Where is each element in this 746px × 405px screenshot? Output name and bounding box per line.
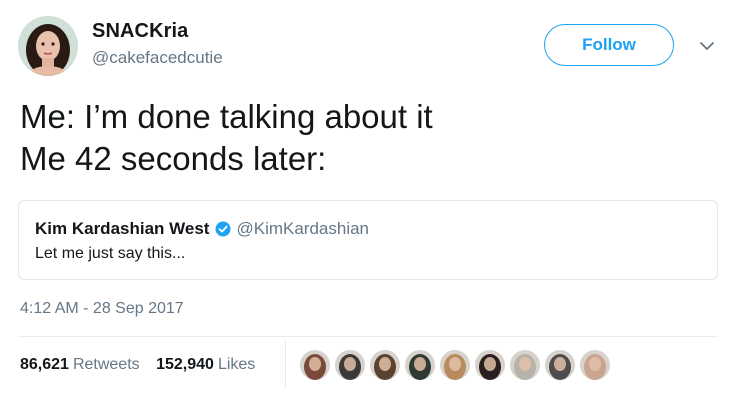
quoted-author-handle: @KimKardashian xyxy=(236,219,370,238)
retweets-stat[interactable]: 86,621 Retweets xyxy=(20,356,140,374)
tweet-stats: 86,621 Retweets 152,940 Likes xyxy=(20,356,267,374)
chevron-down-icon[interactable] xyxy=(697,36,717,56)
liker-avatar[interactable] xyxy=(440,350,470,380)
retweets-count: 86,621 xyxy=(20,356,69,373)
stats-separator xyxy=(285,340,286,388)
verified-badge-icon xyxy=(215,221,231,237)
liker-avatars xyxy=(300,350,615,380)
quoted-tweet[interactable]: Kim Kardashian West @KimKardashian Let m… xyxy=(18,200,718,280)
retweets-label: Retweets xyxy=(72,356,140,373)
tweet-card: SNACKria @cakefacedcutie Follow Me: I’m … xyxy=(0,0,746,405)
follow-button[interactable]: Follow xyxy=(544,24,674,66)
liker-avatar[interactable] xyxy=(405,350,435,380)
author-handle[interactable]: @cakefacedcutie xyxy=(92,48,223,68)
liker-avatar[interactable] xyxy=(300,350,330,380)
liker-avatar[interactable] xyxy=(545,350,575,380)
divider xyxy=(18,336,718,337)
author-avatar[interactable] xyxy=(18,16,78,76)
tweet-timestamp[interactable]: 4:12 AM - 28 Sep 2017 xyxy=(20,300,184,318)
liker-avatar[interactable] xyxy=(510,350,540,380)
liker-avatar[interactable] xyxy=(580,350,610,380)
quoted-tweet-text: Let me just say this... xyxy=(35,245,186,262)
likes-stat[interactable]: 152,940 Likes xyxy=(156,356,255,374)
liker-avatar[interactable] xyxy=(370,350,400,380)
liker-avatar[interactable] xyxy=(335,350,365,380)
likes-count: 152,940 xyxy=(156,356,214,373)
quoted-author-name: Kim Kardashian West xyxy=(35,219,210,238)
tweet-text: Me: I’m done talking about it Me 42 seco… xyxy=(20,98,433,177)
quoted-tweet-header: Kim Kardashian West @KimKardashian xyxy=(35,219,369,239)
author-display-name[interactable]: SNACKria xyxy=(92,20,188,43)
likes-label: Likes xyxy=(217,356,256,373)
liker-avatar[interactable] xyxy=(475,350,505,380)
